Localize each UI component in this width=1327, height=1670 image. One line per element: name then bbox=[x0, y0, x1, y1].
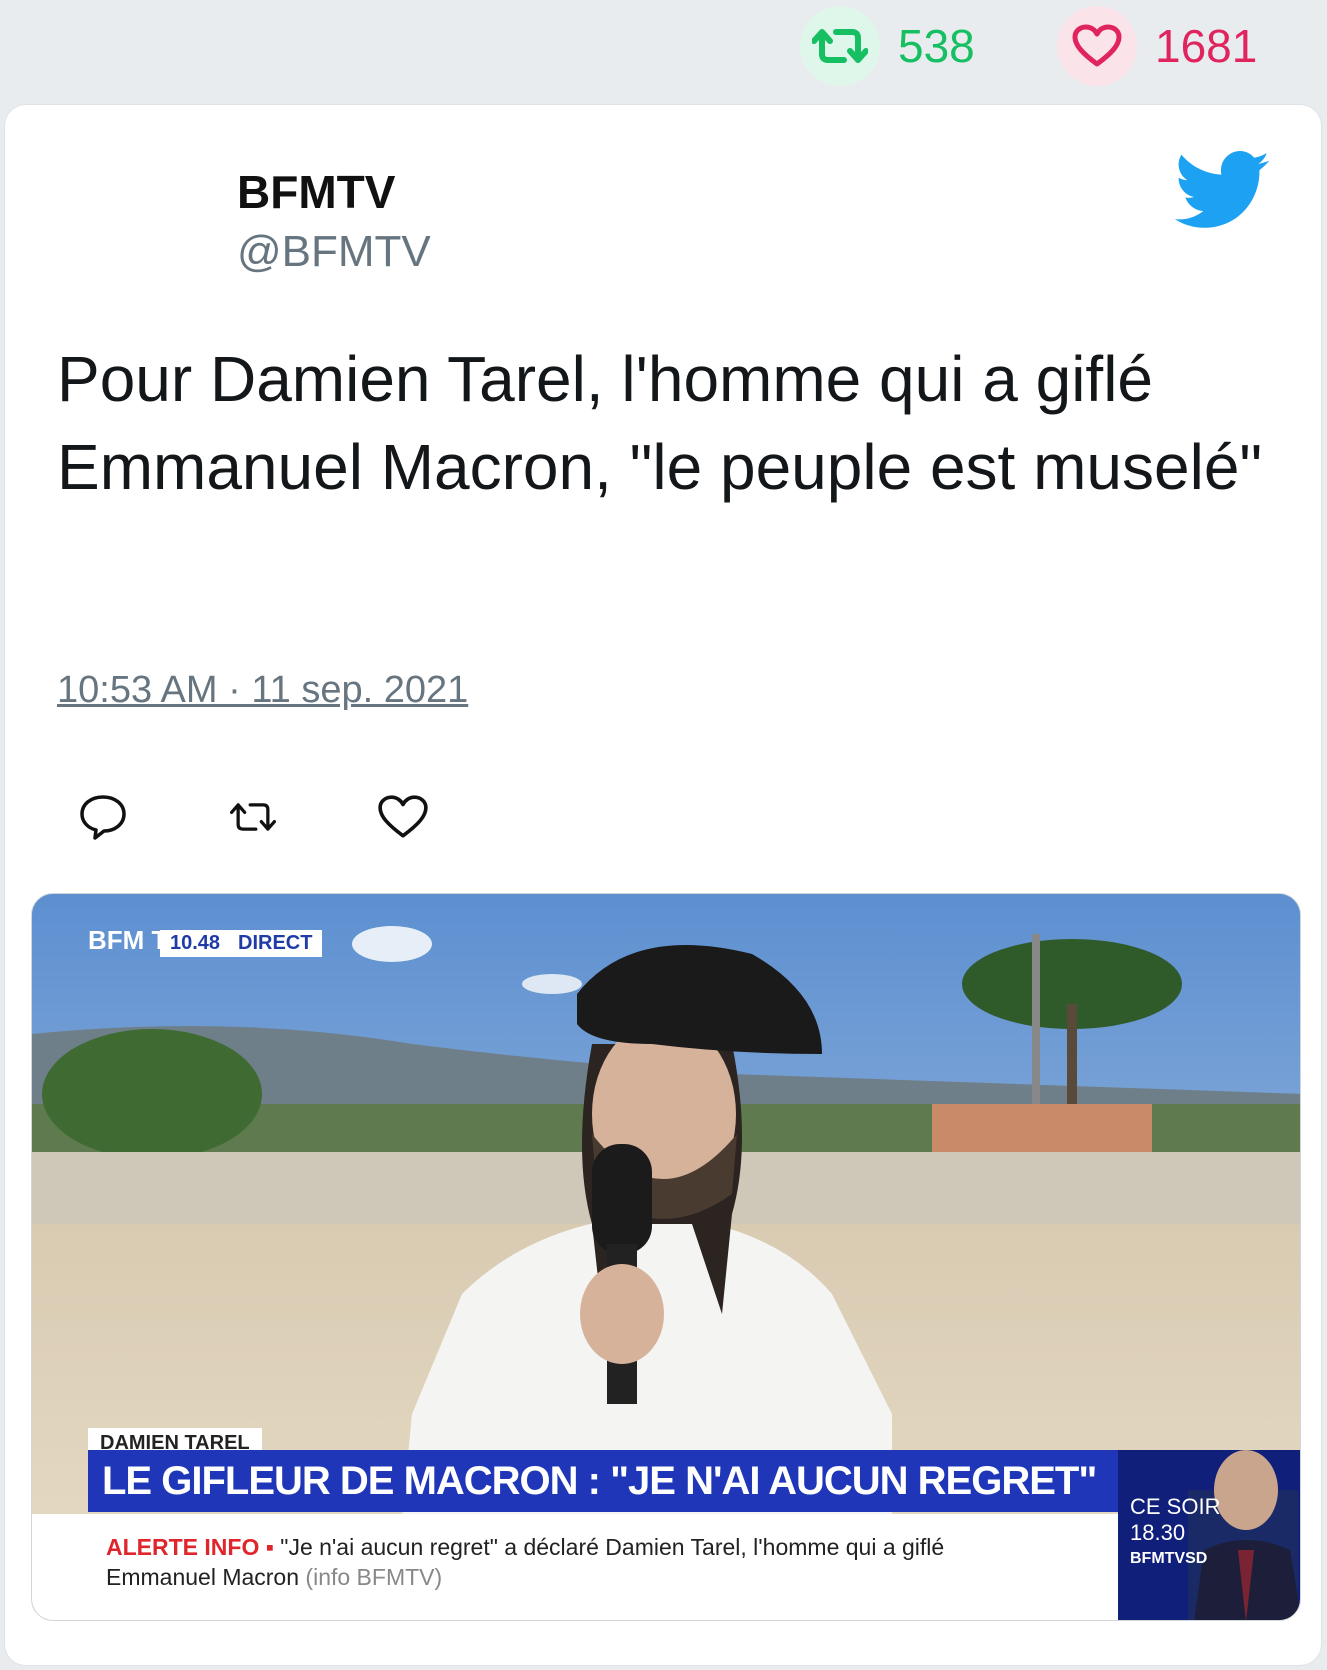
like-button[interactable] bbox=[375, 789, 431, 845]
retweet-icon bbox=[800, 6, 880, 86]
heart-icon bbox=[378, 795, 428, 838]
promo-line-1: CE SOIR bbox=[1130, 1494, 1221, 1519]
author-name[interactable]: BFMTV bbox=[237, 165, 395, 219]
promo-line-3: BFMTVSD bbox=[1130, 1550, 1208, 1567]
live-badge: DIRECT bbox=[228, 930, 323, 957]
like-count: 1681 bbox=[1155, 20, 1258, 72]
retweet-count-stat[interactable]: 538 bbox=[800, 6, 975, 86]
reply-icon bbox=[80, 795, 126, 840]
tweet-media-image[interactable]: BFM TV. 10.48 DIRECT DAMIEN TAREL LE GIF… bbox=[31, 893, 1301, 1621]
retweet-button[interactable] bbox=[225, 789, 281, 845]
stats-bar: 538 1681 bbox=[0, 0, 1327, 100]
retweet-count: 538 bbox=[898, 20, 975, 72]
reply-button[interactable] bbox=[75, 789, 131, 845]
tweet-actions bbox=[75, 789, 525, 849]
like-count-stat[interactable]: 1681 bbox=[1057, 6, 1257, 86]
ticker-content: ALERTE INFO ▪ "Je n'ai aucun regret" a d… bbox=[106, 1532, 1006, 1592]
twitter-bird-icon[interactable] bbox=[1174, 151, 1271, 231]
ticker-label: ALERTE INFO bbox=[106, 1534, 260, 1560]
chyron-headline: LE GIFLEUR DE MACRON : "JE N'AI AUCUN RE… bbox=[88, 1450, 1118, 1512]
broadcast-time: 10.48 bbox=[160, 930, 231, 957]
tweet-text: Pour Damien Tarel, l'homme qui a giflé E… bbox=[57, 343, 1263, 503]
tweet-timestamp[interactable]: 10:53 AM · 11 sep. 2021 bbox=[57, 669, 468, 712]
promo-line-2: 18.30 bbox=[1130, 1520, 1186, 1545]
ticker-bullet: ▪ bbox=[265, 1534, 281, 1560]
retweet-icon bbox=[230, 803, 276, 831]
author-handle[interactable]: @BFMTV bbox=[237, 227, 431, 277]
heart-icon bbox=[1057, 6, 1137, 86]
tweet-card: BFMTV @BFMTV Pour Damien Tarel, l'homme … bbox=[4, 104, 1322, 1666]
news-ticker: ALERTE INFO ▪ "Je n'ai aucun regret" a d… bbox=[32, 1514, 1118, 1620]
ticker-source: (info BFMTV) bbox=[305, 1564, 443, 1590]
